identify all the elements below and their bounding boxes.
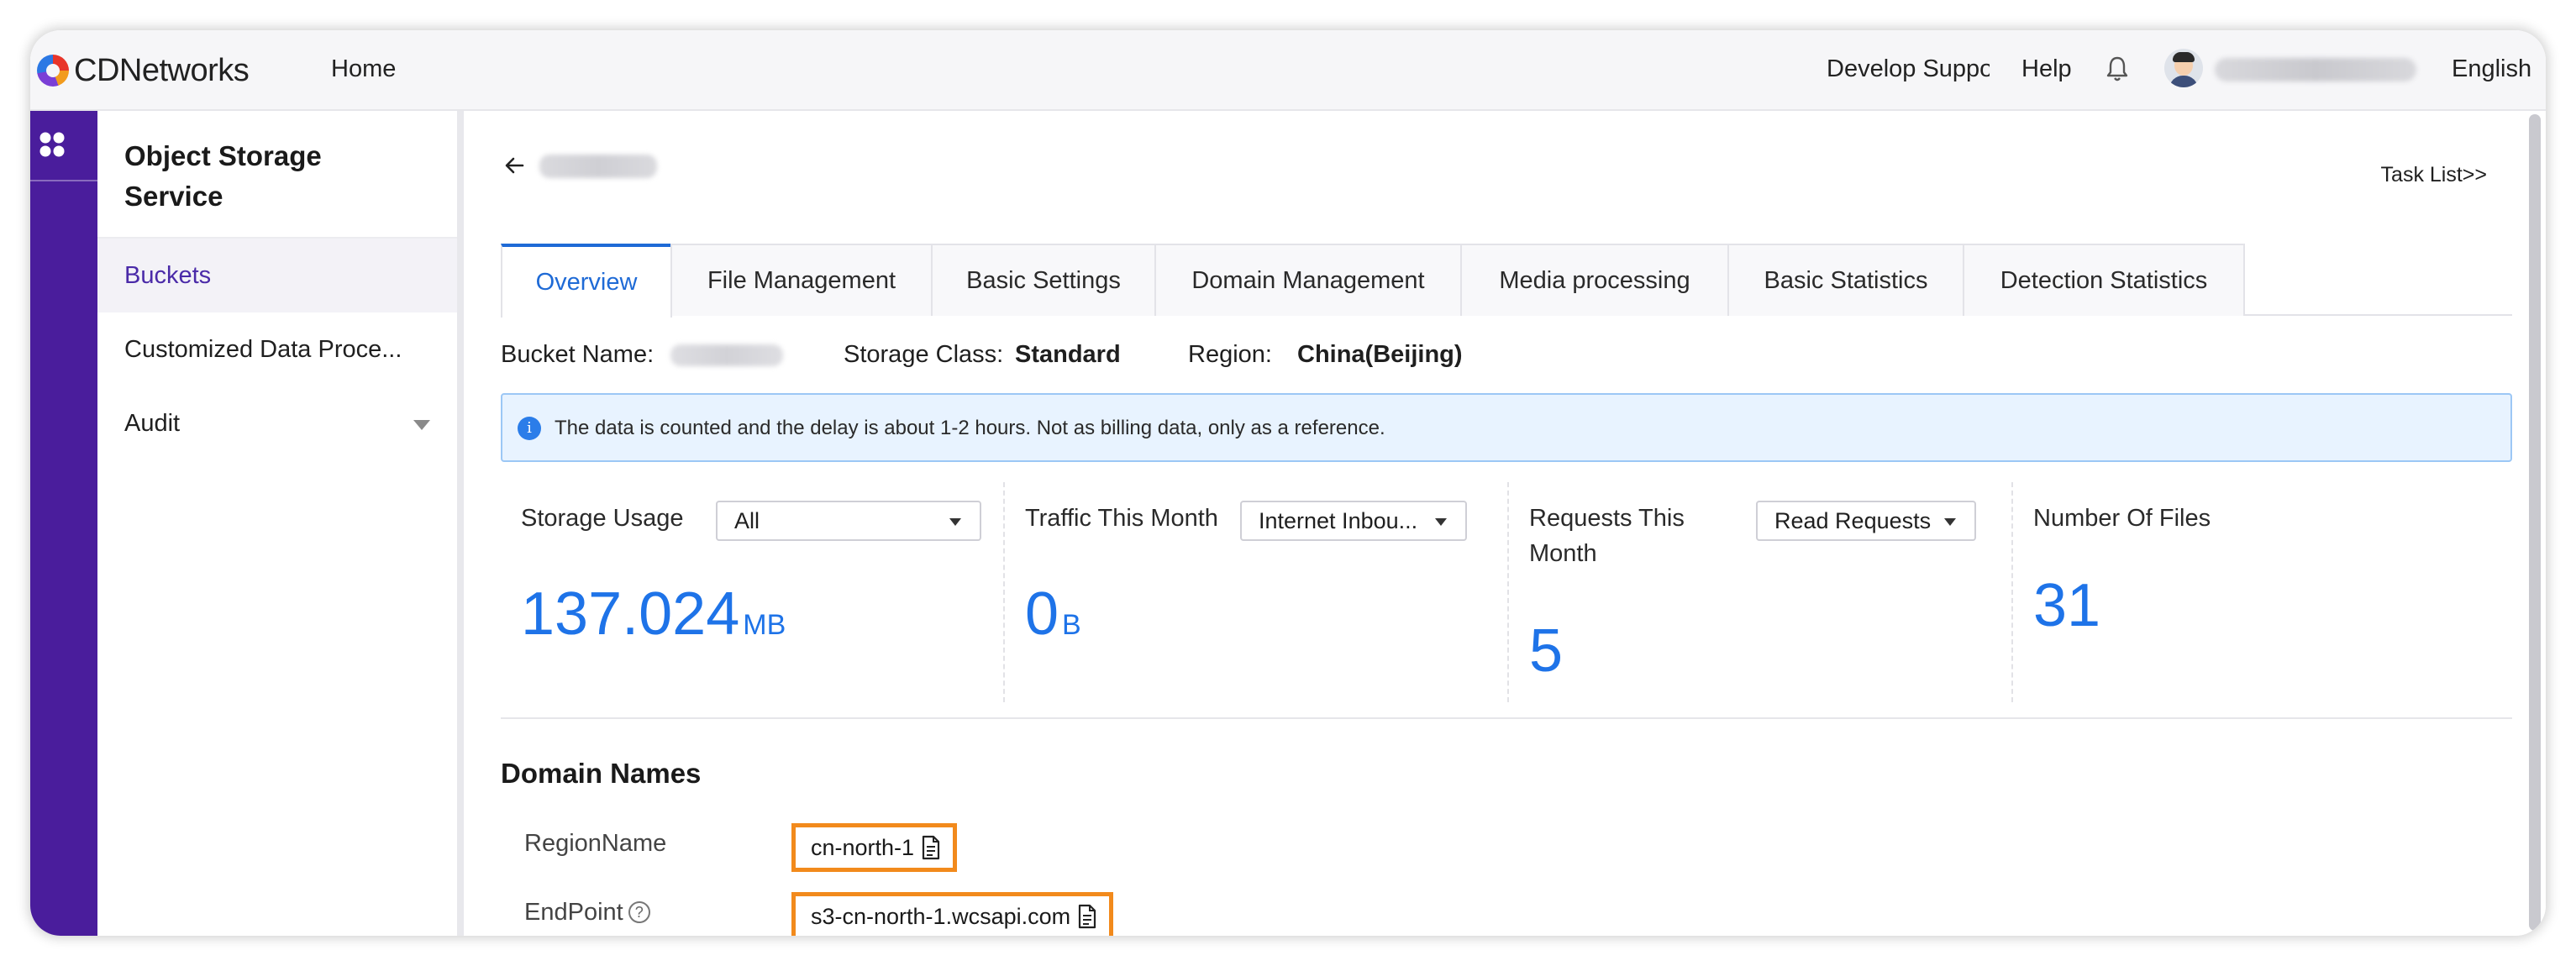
- traffic-number: 0: [1025, 580, 1059, 648]
- info-icon: i: [518, 417, 541, 440]
- files-label: Number Of Files: [2033, 505, 2211, 532]
- region-name-label: RegionName: [524, 830, 667, 857]
- apps-grid-icon[interactable]: [37, 129, 67, 160]
- copy-document-icon[interactable]: [921, 835, 941, 860]
- endpoint-value: s3-cn-north-1.wcsapi.com: [811, 903, 1071, 929]
- sidebar-item-audit[interactable]: Audit: [97, 386, 457, 460]
- bucket-name-redacted: [539, 155, 657, 178]
- traffic-select[interactable]: Internet Inbou...: [1240, 501, 1467, 541]
- develop-support-link[interactable]: Develop Support: [1827, 55, 1990, 83]
- storage-usage-label: Storage Usage: [521, 505, 684, 532]
- main-content: Task List>> Overview File Management Bas…: [464, 111, 2546, 936]
- files-value: 31: [2033, 572, 2101, 639]
- caret-down-icon: [1944, 518, 1956, 526]
- stats-panel: Storage Usage All 137.024 MB Traffic This…: [501, 482, 2512, 702]
- storage-usage-number: 137.024: [521, 580, 740, 648]
- requests-select-value: Read Requests: [1774, 507, 1932, 533]
- bell-icon[interactable]: [2104, 54, 2131, 84]
- stats-divider: [501, 717, 2512, 719]
- requests-value: 5: [1529, 617, 1564, 685]
- region-label: Region:: [1188, 341, 1272, 368]
- traffic-select-value: Internet Inbou...: [1259, 507, 1418, 533]
- caret-down-icon: [949, 518, 961, 526]
- tab-domain-management[interactable]: Domain Management: [1154, 244, 1462, 316]
- notice-text: The data is counted and the delay is abo…: [555, 417, 1385, 439]
- brand-logo[interactable]: CDNetworks: [37, 50, 250, 91]
- vertical-scrollbar[interactable]: [2529, 114, 2541, 931]
- region-name-value-box: cn-north-1: [791, 823, 958, 872]
- stat-requests: Requests This Month Read Requests 5: [1509, 482, 2011, 702]
- traffic-label: Traffic This Month: [1025, 505, 1218, 532]
- nav-home-link[interactable]: Home: [331, 55, 396, 83]
- app-window: CDNetworks Home Develop Support Help Eng…: [30, 30, 2546, 936]
- domain-names-title: Domain Names: [501, 758, 702, 789]
- bucket-name-value-redacted: [670, 344, 783, 366]
- tab-detection-statistics[interactable]: Detection Statistics: [1963, 244, 2245, 316]
- region-name-value: cn-north-1: [811, 834, 915, 860]
- tab-file-management[interactable]: File Management: [670, 244, 933, 316]
- tab-basic-statistics[interactable]: Basic Statistics: [1727, 244, 1964, 316]
- language-switcher[interactable]: English: [2452, 55, 2531, 83]
- sidebar-title: Object Storage Service: [124, 140, 322, 212]
- endpoint-label: EndPoint?: [524, 899, 650, 927]
- top-bar: CDNetworks Home Develop Support Help Eng…: [30, 30, 2546, 111]
- sidebar-item-buckets[interactable]: Buckets: [97, 239, 457, 312]
- tab-media-processing[interactable]: Media processing: [1460, 244, 1729, 316]
- storage-usage-select[interactable]: All: [716, 501, 981, 541]
- help-link[interactable]: Help: [2021, 55, 2072, 83]
- username-redacted[interactable]: [2215, 58, 2416, 81]
- requests-label: Requests This Month: [1529, 505, 1685, 567]
- chevron-down-icon: [413, 420, 430, 430]
- cdnetworks-logo-icon: [37, 55, 69, 87]
- rail-divider: [30, 180, 97, 181]
- caret-down-icon: [1435, 518, 1447, 526]
- sidebar-item-customized-data-processing[interactable]: Customized Data Proce...: [97, 312, 457, 386]
- storage-class-value: Standard: [1015, 341, 1121, 368]
- stat-storage-usage: Storage Usage All 137.024 MB: [501, 482, 1003, 702]
- brand-name: CDNetworks: [74, 52, 250, 88]
- tab-bar: Overview File Management Basic Settings …: [501, 244, 2512, 318]
- storage-usage-unit: MB: [743, 609, 786, 641]
- tab-basic-settings[interactable]: Basic Settings: [931, 244, 1156, 316]
- traffic-value: 0B: [1025, 580, 1081, 648]
- bucket-name-label: Bucket Name:: [501, 341, 655, 368]
- help-circle-icon[interactable]: ?: [628, 901, 650, 923]
- storage-usage-select-value: All: [734, 507, 760, 533]
- tab-overview[interactable]: Overview: [501, 244, 672, 318]
- sidebar: Object Storage Service Buckets Customize…: [97, 111, 464, 936]
- endpoint-label-text: EndPoint: [524, 899, 623, 926]
- user-avatar[interactable]: [2164, 49, 2203, 87]
- sidebar-item-label: Audit: [124, 409, 181, 437]
- requests-select[interactable]: Read Requests: [1756, 501, 1976, 541]
- endpoint-value-box: s3-cn-north-1.wcsapi.com: [791, 892, 1114, 936]
- copy-document-icon[interactable]: [1077, 904, 1097, 929]
- storage-class-label: Storage Class:: [844, 341, 1004, 368]
- traffic-unit: B: [1062, 609, 1081, 641]
- stat-traffic: Traffic This Month Internet Inbou... 0B: [1005, 482, 1507, 702]
- back-arrow-icon[interactable]: [501, 151, 529, 180]
- icon-rail: [30, 111, 97, 936]
- region-value: China(Beijing): [1297, 341, 1463, 368]
- stat-files: Number Of Files 31: [2013, 482, 2512, 702]
- storage-usage-value: 137.024 MB: [521, 580, 786, 648]
- task-list-link[interactable]: Task List>>: [2381, 163, 2487, 187]
- info-notice: i The data is counted and the delay is a…: [501, 393, 2512, 462]
